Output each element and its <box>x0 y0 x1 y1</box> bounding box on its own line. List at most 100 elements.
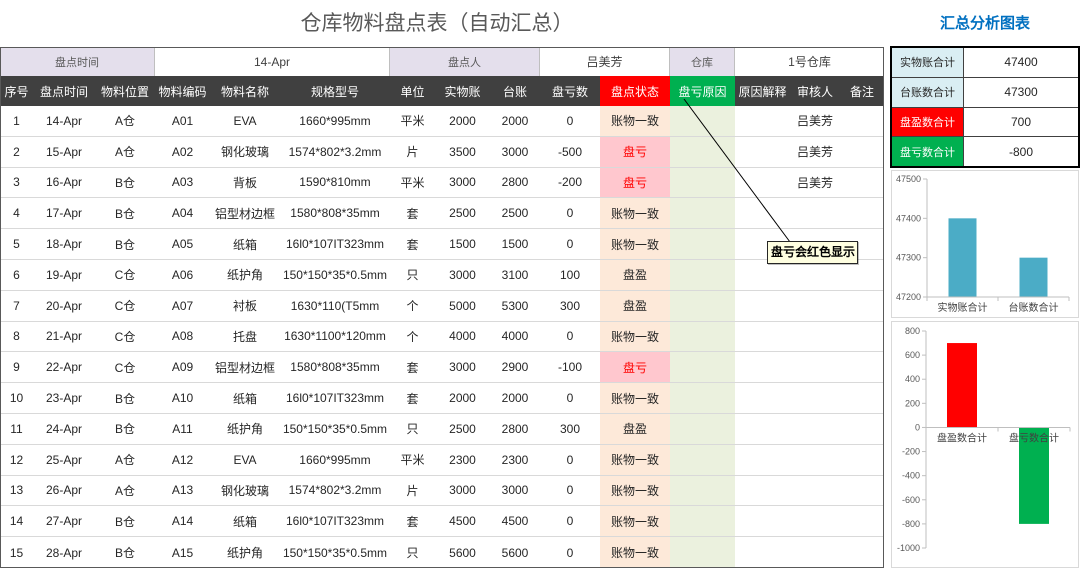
cell-status[interactable]: 账物一致 <box>600 198 670 229</box>
cell-reason-explanation[interactable] <box>735 291 790 321</box>
cell-spec[interactable]: 1660*995mm <box>280 445 390 475</box>
cell-physical-count[interactable]: 3000 <box>435 168 490 198</box>
cell-unit[interactable]: 套 <box>390 352 435 382</box>
surplus-loss-bar-chart[interactable]: -1000 -800 -600 -400 -200 0 200 400 600 800 盘盈数合计 盘… <box>891 321 1079 568</box>
cell-status[interactable]: 盘盈 <box>600 413 670 444</box>
cell-ledger-count[interactable]: 4500 <box>490 506 540 536</box>
cell-code[interactable]: A09 <box>155 352 210 382</box>
ledger-total-label[interactable]: 台账数合计 <box>892 77 964 107</box>
cell-date[interactable]: 25-Apr <box>33 445 95 475</box>
cell-loss-reason[interactable] <box>670 106 735 136</box>
cell-reviewer[interactable] <box>790 198 840 228</box>
cell-date[interactable]: 18-Apr <box>33 229 95 259</box>
column-header-spec[interactable]: 规格型号 <box>280 76 390 106</box>
cell-code[interactable]: A05 <box>155 229 210 259</box>
cell-loss-count[interactable]: 0 <box>540 383 600 413</box>
cell-seq[interactable]: 4 <box>0 198 33 228</box>
cell-ledger-count[interactable]: 5600 <box>490 537 540 568</box>
loss-total-value[interactable]: -800 <box>964 137 1078 166</box>
cell-reviewer[interactable]: 吕美芳 <box>790 137 840 167</box>
cell-location[interactable]: C仓 <box>95 260 155 290</box>
cell-seq[interactable]: 13 <box>0 476 33 506</box>
cell-ledger-count[interactable]: 2000 <box>490 106 540 136</box>
cell-reviewer[interactable] <box>790 291 840 321</box>
cell-location[interactable]: B仓 <box>95 198 155 228</box>
cell-loss-count[interactable]: 0 <box>540 506 600 536</box>
cell-remark[interactable] <box>840 352 884 382</box>
cell-spec[interactable]: 16l0*107IT323mm <box>280 383 390 413</box>
cell-seq[interactable]: 7 <box>0 291 33 321</box>
cell-loss-reason[interactable] <box>670 136 735 167</box>
cell-unit[interactable]: 平米 <box>390 106 435 136</box>
cell-code[interactable]: A13 <box>155 476 210 506</box>
cell-location[interactable]: C仓 <box>95 322 155 352</box>
cell-loss-reason[interactable] <box>670 198 735 229</box>
cell-loss-reason[interactable] <box>670 413 735 444</box>
cell-unit[interactable]: 套 <box>390 506 435 536</box>
cell-status[interactable]: 账物一致 <box>600 475 670 506</box>
cell-physical-count[interactable]: 5000 <box>435 291 490 321</box>
cell-name[interactable]: 纸护角 <box>210 260 280 290</box>
column-header-unit[interactable]: 单位 <box>390 76 435 106</box>
cell-name[interactable]: 背板 <box>210 168 280 198</box>
cell-seq[interactable]: 3 <box>0 168 33 198</box>
cell-loss-reason[interactable] <box>670 352 735 383</box>
cell-code[interactable]: A10 <box>155 383 210 413</box>
cell-physical-count[interactable]: 2000 <box>435 106 490 136</box>
cell-location[interactable]: A仓 <box>95 445 155 475</box>
cell-unit[interactable]: 套 <box>390 383 435 413</box>
cell-physical-count[interactable]: 5600 <box>435 537 490 568</box>
warehouse-label[interactable]: 仓库 <box>670 47 735 76</box>
cell-seq[interactable]: 14 <box>0 506 33 536</box>
cell-loss-count[interactable]: 0 <box>540 106 600 136</box>
cell-code[interactable]: A07 <box>155 291 210 321</box>
cell-name[interactable]: 纸护角 <box>210 414 280 444</box>
cell-remark[interactable] <box>840 476 884 506</box>
cell-code[interactable]: A01 <box>155 106 210 136</box>
cell-status[interactable]: 账物一致 <box>600 383 670 413</box>
cell-ledger-count[interactable]: 2500 <box>490 198 540 228</box>
cell-spec[interactable]: 16l0*107IT323mm <box>280 506 390 536</box>
cell-date[interactable]: 21-Apr <box>33 322 95 352</box>
surplus-total-value[interactable]: 700 <box>964 108 1078 137</box>
cell-seq[interactable]: 6 <box>0 260 33 290</box>
cell-remark[interactable] <box>840 506 884 536</box>
cell-status[interactable]: 盘盈 <box>600 259 670 290</box>
cell-date[interactable]: 26-Apr <box>33 476 95 506</box>
cell-loss-reason[interactable] <box>670 290 735 321</box>
cell-remark[interactable] <box>840 537 884 568</box>
cell-loss-reason[interactable] <box>670 383 735 413</box>
cell-remark[interactable] <box>840 198 884 228</box>
cell-loss-count[interactable]: -500 <box>540 137 600 167</box>
cell-loss-reason[interactable] <box>670 229 735 259</box>
cell-ledger-count[interactable]: 3000 <box>490 476 540 506</box>
cell-unit[interactable]: 个 <box>390 291 435 321</box>
cell-name[interactable]: 托盘 <box>210 322 280 352</box>
cell-ledger-count[interactable]: 1500 <box>490 229 540 259</box>
cell-seq[interactable]: 10 <box>0 383 33 413</box>
cell-loss-reason[interactable] <box>670 167 735 198</box>
cell-reviewer[interactable] <box>790 322 840 352</box>
cell-reason-explanation[interactable] <box>735 260 790 290</box>
cell-status[interactable]: 账物一致 <box>600 229 670 259</box>
cell-date[interactable]: 20-Apr <box>33 291 95 321</box>
cell-location[interactable]: A仓 <box>95 106 155 136</box>
cell-physical-count[interactable]: 2500 <box>435 198 490 228</box>
cell-seq[interactable]: 9 <box>0 352 33 382</box>
cell-status[interactable]: 账物一致 <box>600 537 670 568</box>
cell-ledger-count[interactable]: 2800 <box>490 414 540 444</box>
cell-location[interactable]: B仓 <box>95 506 155 536</box>
cell-remark[interactable] <box>840 445 884 475</box>
cell-remark[interactable] <box>840 137 884 167</box>
cell-name[interactable]: 纸箱 <box>210 383 280 413</box>
cell-reviewer[interactable] <box>790 352 840 382</box>
cell-status[interactable]: 账物一致 <box>600 506 670 537</box>
cell-name[interactable]: EVA <box>210 445 280 475</box>
cell-unit[interactable]: 套 <box>390 229 435 259</box>
inventory-date-value[interactable]: 14-Apr <box>155 47 390 76</box>
column-header-seq[interactable]: 序号 <box>0 76 33 106</box>
cell-location[interactable]: B仓 <box>95 383 155 413</box>
cell-spec[interactable]: 150*150*35*0.5mm <box>280 260 390 290</box>
cell-location[interactable]: B仓 <box>95 414 155 444</box>
cell-location[interactable]: A仓 <box>95 476 155 506</box>
